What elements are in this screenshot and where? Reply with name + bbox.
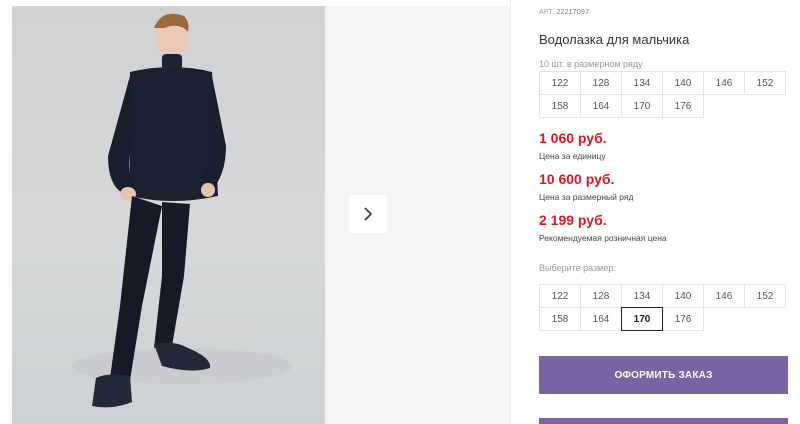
size-row: 122 128 134 140 146 152 [539,284,792,308]
size-option-122[interactable]: 122 [539,284,581,308]
pack-size-122: 122 [539,71,581,95]
size-row: 158 164 170 176 [539,307,792,331]
retail-price: 2 199 руб. [539,212,607,228]
boy-model-illustration [72,13,292,408]
article-label: АРТ. [539,9,555,16]
place-order-button[interactable]: ОФОРМИТЬ ЗАКАЗ [539,356,788,394]
article-value: 22217097 [556,9,590,16]
pack-size-146: 146 [703,71,745,95]
pack-size-grid: 122 128 134 140 146 152 158 164 170 176 [539,71,792,118]
pack-size-164: 164 [580,94,622,118]
size-row: 158 164 170 176 [539,94,792,118]
pack-hint: 10 шт. в размерном ряду [539,59,643,69]
unit-price: 1 060 руб. [539,130,607,146]
product-title: Водолазка для мальчика [539,32,690,47]
size-option-158[interactable]: 158 [539,307,581,331]
pack-size-158: 158 [539,94,581,118]
pack-price-label: Цена за размерный ряд [539,192,634,202]
size-row: 122 128 134 140 146 152 [539,71,792,95]
size-option-146[interactable]: 146 [703,284,745,308]
product-gallery [0,0,510,424]
size-selector: 122 128 134 140 146 152 158 164 170 176 [539,284,792,331]
unit-price-label: Цена за единицу [539,151,606,161]
pack-size-134: 134 [621,71,663,95]
article-number: АРТ. 22217097 [539,9,589,16]
pack-size-140: 140 [662,71,704,95]
column-divider [510,0,511,424]
chevron-right-icon [364,207,373,221]
size-option-128[interactable]: 128 [580,284,622,308]
size-option-170[interactable]: 170 [621,307,663,331]
next-image-button[interactable] [349,195,387,233]
retail-price-label: Рекомендуемая розничная цена [539,233,667,243]
select-size-hint: Выберите размер: [539,263,616,273]
pack-size-170: 170 [621,94,663,118]
size-option-134[interactable]: 134 [621,284,663,308]
size-option-140[interactable]: 140 [662,284,704,308]
product-photo[interactable] [12,6,325,424]
pack-size-152: 152 [744,71,786,95]
size-option-176[interactable]: 176 [662,307,704,331]
size-option-152[interactable]: 152 [744,284,786,308]
secondary-button-edge[interactable] [539,418,788,424]
size-option-164[interactable]: 164 [580,307,622,331]
pack-price: 10 600 руб. [539,171,615,187]
pack-size-128: 128 [580,71,622,95]
pack-size-176: 176 [662,94,704,118]
